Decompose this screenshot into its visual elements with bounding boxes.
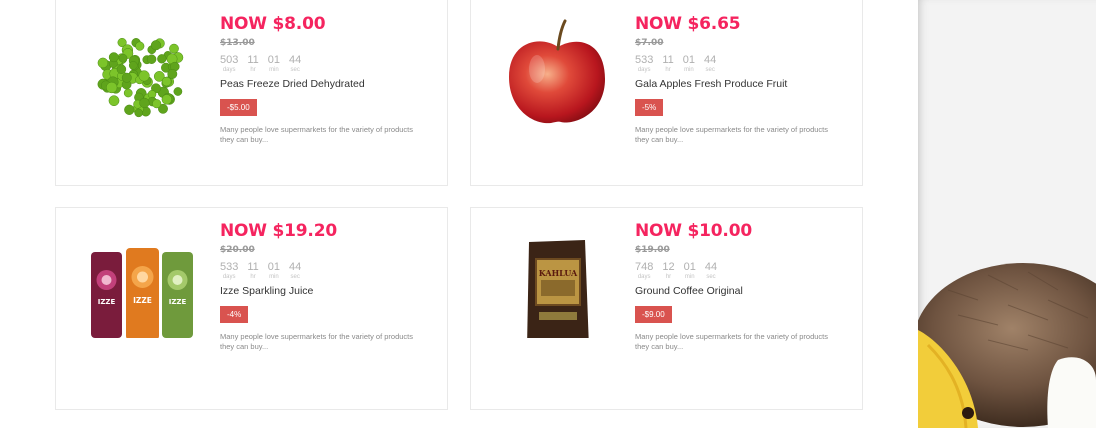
- pea: [173, 87, 183, 96]
- product-name[interactable]: Gala Apples Fresh Produce Fruit: [635, 78, 855, 91]
- pea: [139, 97, 150, 109]
- countdown-hours: 11 hr: [247, 54, 259, 74]
- coconut-pineapple-image: [918, 263, 1096, 428]
- countdown-days: 533 days: [220, 261, 239, 281]
- pea: [169, 43, 179, 54]
- pea: [118, 53, 128, 63]
- decorative-side-panel: [918, 0, 1096, 428]
- deals-grid: NOW $8.00 $13.00 503 days 11 hr 01 min 44 se…: [0, 0, 918, 428]
- pea: [121, 72, 132, 83]
- price-old: $7.00: [635, 38, 664, 48]
- countdown-timer: 533 days 11 hr 01 min 44 sec: [635, 55, 855, 74]
- product-image-apple[interactable]: [501, 19, 616, 129]
- apple-image: [509, 19, 605, 124]
- discount-badge: -$9.00: [635, 306, 672, 323]
- countdown-seconds: 44 sec: [289, 54, 302, 74]
- product-card-izze[interactable]: IZZE IZZE IZZE NOW $19.20 $20.00 533 days…: [55, 207, 448, 410]
- pea: [106, 81, 118, 94]
- pea: [135, 41, 145, 51]
- pea: [146, 54, 157, 64]
- coffee-bag-image: KAHLUA: [527, 240, 589, 348]
- product-description: Many people love supermarkets for the va…: [635, 332, 829, 351]
- product-image-peas[interactable]: [86, 19, 201, 129]
- product-image-coffee[interactable]: KAHLUA: [501, 228, 616, 348]
- countdown-seconds: 44 sec: [704, 261, 718, 281]
- pea: [161, 76, 172, 87]
- countdown-hours: 11 hr: [247, 261, 259, 281]
- countdown-hours: 11 hr: [662, 54, 674, 74]
- countdown-days: 503 days: [220, 54, 239, 74]
- price-now: NOW $6.65: [635, 14, 741, 34]
- countdown-days: 748 days: [635, 261, 654, 281]
- countdown-seconds: 44 sec: [289, 261, 302, 281]
- discount-badge: -4%: [220, 306, 249, 323]
- can-label-left: IZZE: [98, 298, 116, 306]
- pea: [150, 40, 162, 51]
- price-now: NOW $8.00: [220, 14, 326, 34]
- izze-cans-image: IZZE IZZE IZZE: [91, 248, 193, 340]
- product-card-apple[interactable]: NOW $6.65 $7.00 533 days 11 hr 01 min 44 sec…: [470, 0, 863, 186]
- pea: [116, 64, 127, 74]
- product-name[interactable]: Ground Coffee Original: [635, 285, 855, 298]
- countdown-days: 533 days: [635, 54, 654, 74]
- pea: [128, 61, 138, 70]
- pea: [167, 69, 178, 79]
- product-card-peas[interactable]: NOW $8.00 $13.00 503 days 11 hr 01 min 44 se…: [55, 0, 448, 186]
- can-label-middle: IZZE: [133, 296, 152, 305]
- price-old: $13.00: [220, 38, 255, 48]
- countdown-seconds: 44 sec: [704, 54, 717, 74]
- pea: [161, 94, 172, 105]
- pea: [123, 88, 133, 98]
- countdown-timer: 748 days 12 hr 01 min 44 sec: [635, 262, 855, 281]
- countdown-minutes: 01 min: [267, 261, 281, 281]
- countdown-minutes: 01 min: [683, 261, 696, 281]
- pea: [108, 95, 120, 107]
- price-now: NOW $19.20: [220, 221, 337, 241]
- price-now: NOW $10.00: [635, 221, 752, 241]
- product-image-izze[interactable]: IZZE IZZE IZZE: [86, 228, 201, 340]
- peas-image: [97, 37, 184, 118]
- countdown-timer: 533 days 11 hr 01 min 44 sec: [220, 262, 440, 281]
- product-description: Many people love supermarkets for the va…: [220, 125, 414, 144]
- can-label-right: IZZE: [169, 298, 187, 306]
- product-name[interactable]: Peas Freeze Dried Dehydrated: [220, 78, 440, 91]
- pea: [138, 70, 150, 82]
- pea: [124, 104, 135, 115]
- pea: [134, 108, 143, 118]
- pea: [157, 54, 167, 64]
- product-description: Many people love supermarkets for the va…: [220, 332, 414, 351]
- product-card-coffee[interactable]: KAHLUA NOW $10.00 $19.00 748 days 12 hr 01…: [470, 207, 863, 410]
- product-description: Many people love supermarkets for the va…: [635, 125, 829, 144]
- countdown-hours: 12 hr: [662, 261, 675, 281]
- countdown-timer: 503 days 11 hr 01 min 44 sec: [220, 55, 440, 74]
- countdown-minutes: 01 min: [682, 54, 696, 74]
- bag-label: KAHLUA: [539, 268, 578, 278]
- countdown-minutes: 01 min: [267, 54, 281, 74]
- pea: [152, 99, 162, 109]
- price-old: $19.00: [635, 245, 670, 255]
- price-old: $20.00: [220, 245, 255, 255]
- product-name[interactable]: Izze Sparkling Juice: [220, 285, 440, 298]
- pea: [108, 52, 119, 63]
- discount-badge: -$5.00: [220, 99, 257, 116]
- discount-badge: -5%: [635, 99, 664, 116]
- pea: [97, 57, 109, 69]
